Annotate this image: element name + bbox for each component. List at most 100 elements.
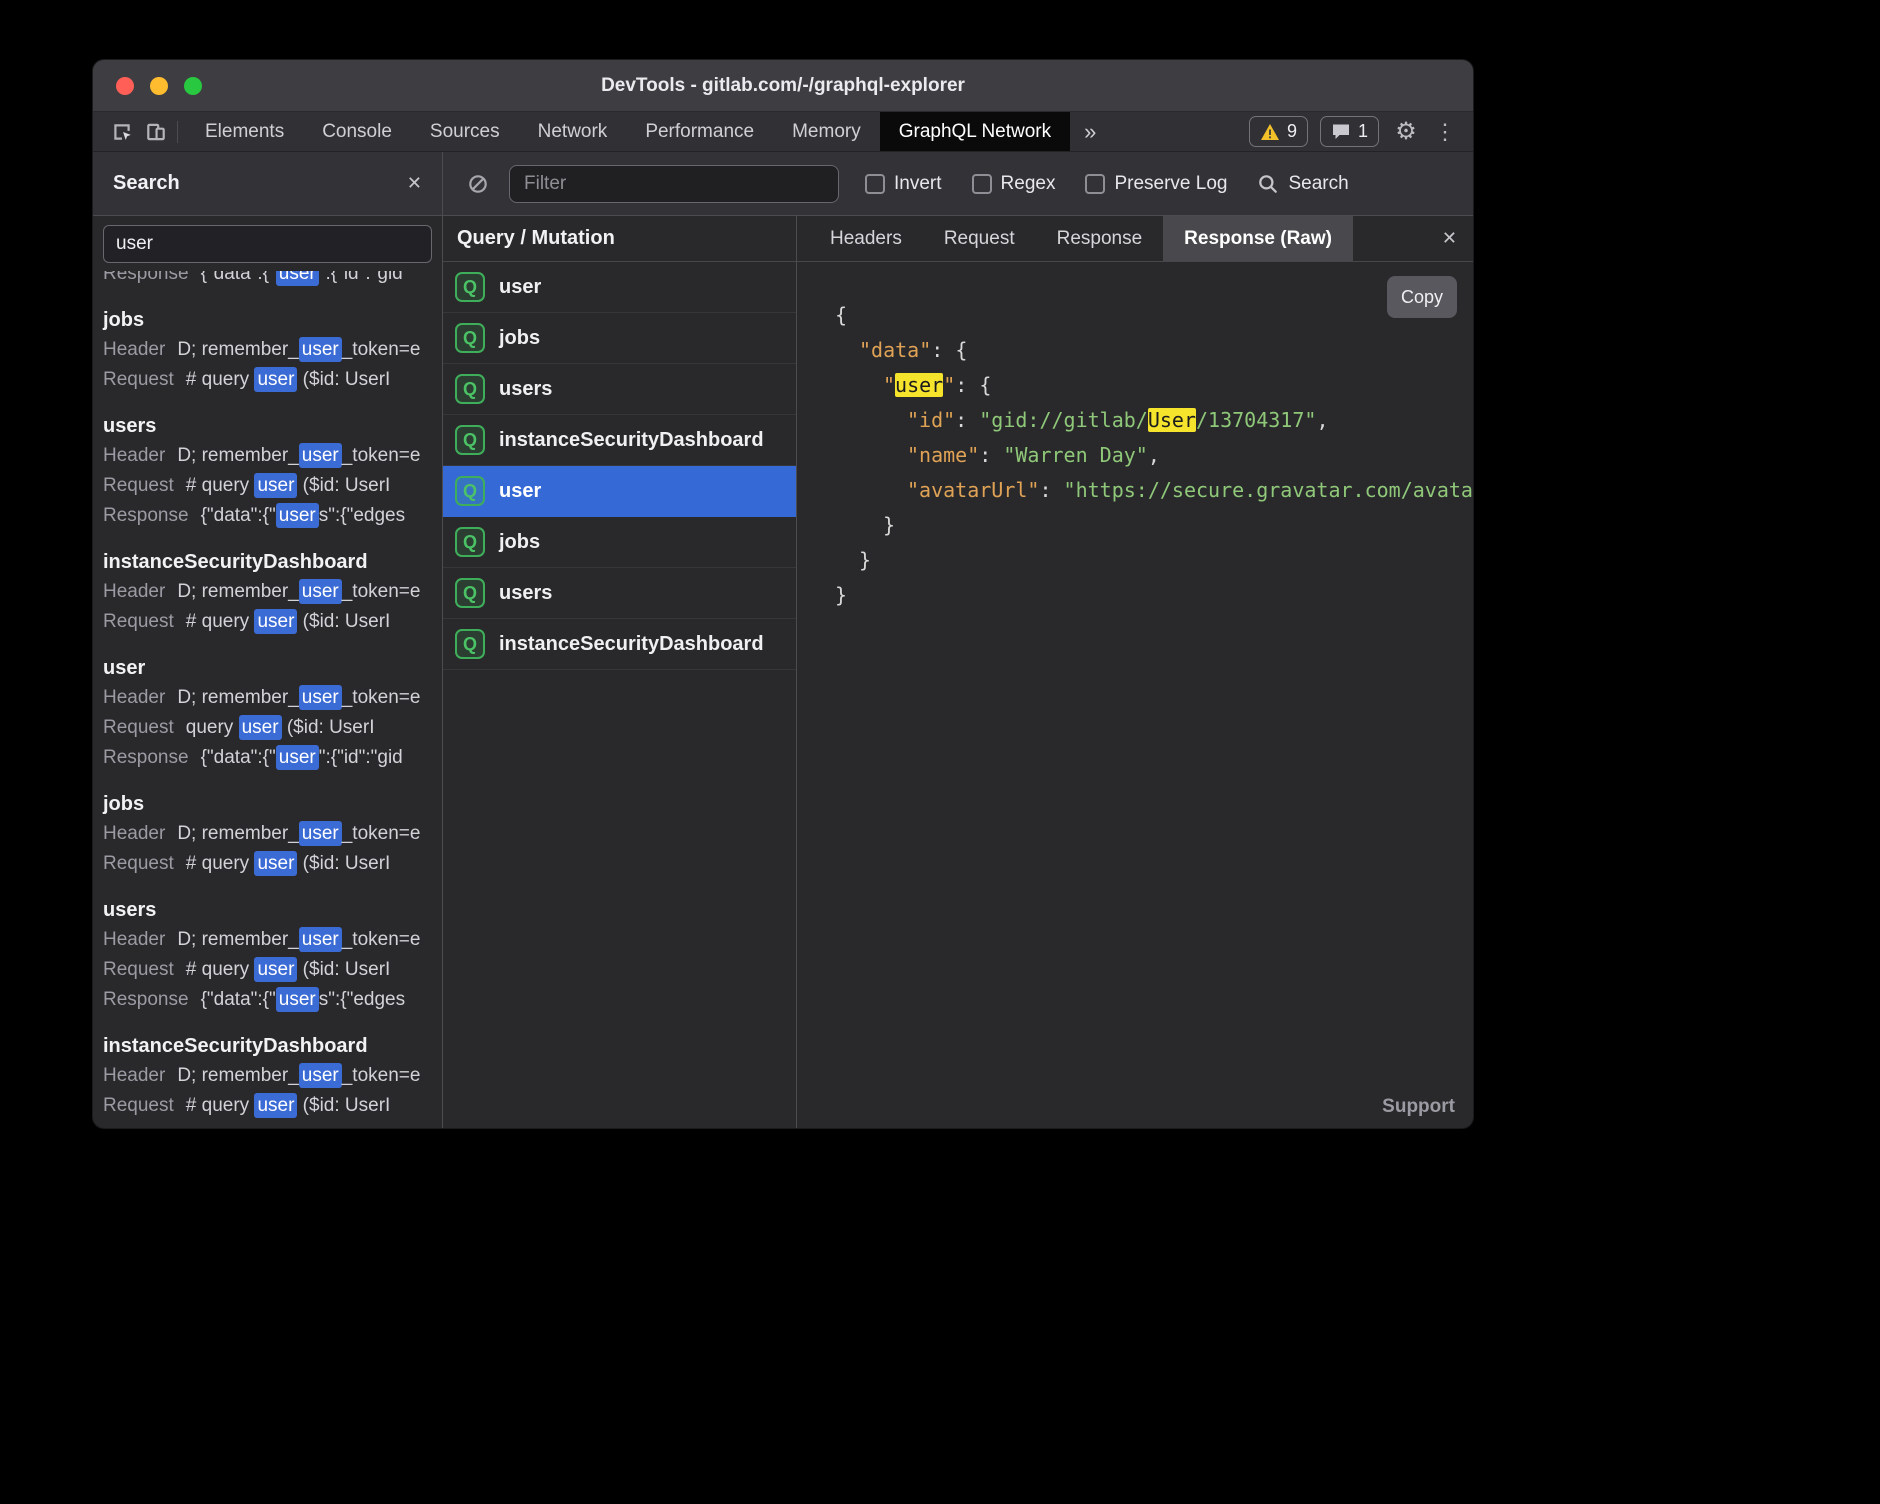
result-field-value: D; remember_user_token=e <box>177 927 420 952</box>
result-field-label: Response <box>103 271 189 284</box>
result-field-label: Header <box>103 581 165 602</box>
toolbar-search-button[interactable]: Search <box>1257 173 1348 195</box>
search-result-line[interactable]: Response {"data":{"user":{"id":"gid <box>103 271 442 289</box>
devtools-tab-console[interactable]: Console <box>303 112 411 151</box>
query-list-panel: Query / Mutation QuserQjobsQusersQinstan… <box>443 216 797 1128</box>
query-badge-icon: Q <box>455 578 485 608</box>
search-result-line[interactable]: HeaderD; remember_user_token=e <box>103 335 442 365</box>
checkbox-box <box>972 174 992 194</box>
result-field-value: # query user ($id: UserI <box>186 609 391 634</box>
query-item-label: users <box>499 582 552 605</box>
issues-badge[interactable]: 1 <box>1320 116 1379 147</box>
preserve-log-checkbox[interactable]: Preserve Log <box>1085 173 1227 195</box>
query-badge-icon: Q <box>455 476 485 506</box>
close-search-panel-icon[interactable]: ✕ <box>407 173 422 194</box>
query-badge-icon: Q <box>455 374 485 404</box>
query-list-item[interactable]: QinstanceSecurityDashboard <box>443 415 796 466</box>
search-result-partial: Response {"data":{"user":{"id":"gid <box>103 271 442 289</box>
search-result-line[interactable]: Request # query user ($id: UserI <box>103 607 442 637</box>
result-field-value: # query user ($id: UserI <box>186 851 391 876</box>
query-list-item[interactable]: Quser <box>443 262 796 313</box>
kebab-menu-icon[interactable]: ⋮ <box>1433 116 1457 148</box>
network-toolbar: Invert Regex Preserve Log Search <box>443 152 1473 215</box>
search-result-line[interactable]: HeaderD; remember_user_token=e <box>103 1061 442 1091</box>
search-result-line[interactable]: Response{"data":{"user":{"id":"gid <box>103 743 442 773</box>
search-result-line[interactable]: Request# query user ($id: UserI <box>103 471 442 501</box>
devtools-tab-graphql-network[interactable]: GraphQL Network <box>880 112 1070 151</box>
filter-input[interactable] <box>509 165 839 203</box>
devtools-tab-performance[interactable]: Performance <box>626 112 773 151</box>
search-result-line[interactable]: Response{"data":{"users":{"edges <box>103 985 442 1015</box>
issue-count: 1 <box>1358 121 1368 142</box>
search-result-line[interactable]: Response{"data":{"users":{"edges <box>103 501 442 531</box>
fullscreen-window-button[interactable] <box>184 77 202 95</box>
query-item-label: user <box>499 480 541 503</box>
search-result-line[interactable]: Request# query user ($id: UserI <box>103 955 442 985</box>
search-results-list: Response{"data":{"user":{"id":"gidjobsHe… <box>93 271 442 1128</box>
search-results-panel: Response{"data":{"user":{"id":"gidjobsHe… <box>93 216 443 1128</box>
result-field-value: {"data":{"user":{"id":"gid <box>201 745 403 770</box>
devtools-tabs: ElementsConsoleSourcesNetworkPerformance… <box>186 112 1070 151</box>
support-link[interactable]: Support <box>1382 1096 1455 1118</box>
more-panels-chevron-icon[interactable]: » <box>1084 119 1096 145</box>
close-window-button[interactable] <box>116 77 134 95</box>
devtools-tab-network[interactable]: Network <box>519 112 627 151</box>
search-result-line[interactable]: Requestquery user ($id: UserI <box>103 713 442 743</box>
detail-tab-headers[interactable]: Headers <box>809 216 923 261</box>
result-field-value: query user ($id: UserI <box>186 715 375 740</box>
warnings-badge[interactable]: 9 <box>1249 116 1308 147</box>
query-list-item[interactable]: Qjobs <box>443 517 796 568</box>
result-field-label: Request <box>103 611 174 632</box>
result-field-label: Response <box>103 505 189 526</box>
minimize-window-button[interactable] <box>150 77 168 95</box>
result-field-label: Response <box>103 989 189 1010</box>
search-result-line[interactable]: HeaderD; remember_user_token=e <box>103 819 442 849</box>
search-result-line[interactable]: Request# query user ($id: UserI <box>103 1091 442 1121</box>
query-list-item[interactable]: Qusers <box>443 568 796 619</box>
query-badge-icon: Q <box>455 425 485 455</box>
search-result-line[interactable]: HeaderD; remember_user_token=e <box>103 441 442 471</box>
regex-checkbox[interactable]: Regex <box>972 173 1056 195</box>
copy-button[interactable]: Copy <box>1387 276 1457 318</box>
search-input[interactable] <box>103 225 432 263</box>
search-result-line[interactable]: HeaderD; remember_user_token=e <box>103 577 442 607</box>
query-list-item[interactable]: Qusers <box>443 364 796 415</box>
result-field-label: Header <box>103 823 165 844</box>
search-result-line[interactable]: Header D; remember_user_token=e <box>103 925 442 955</box>
search-result-line[interactable]: HeaderD; remember_user_token=e <box>103 683 442 713</box>
code-line: "data": { <box>797 333 1473 368</box>
clear-icon[interactable] <box>461 168 495 200</box>
detail-tab-response[interactable]: Response <box>1036 216 1164 261</box>
search-result-line[interactable]: Request # query user ($id: UserI <box>103 849 442 879</box>
checkbox-label: Preserve Log <box>1114 173 1227 195</box>
devtools-tab-sources[interactable]: Sources <box>411 112 519 151</box>
settings-gear-icon[interactable]: ⚙ <box>1391 116 1421 148</box>
result-field-label: Header <box>103 929 165 950</box>
query-list-item[interactable]: Quser <box>443 466 796 517</box>
message-bubble-icon <box>1331 123 1351 141</box>
search-result-line[interactable]: Request# query user ($id: UserI <box>103 365 442 395</box>
invert-checkbox[interactable]: Invert <box>865 173 942 195</box>
detail-tab-request[interactable]: Request <box>923 216 1036 261</box>
result-field-value: {"data":{"user":{"id":"gid <box>201 271 403 286</box>
query-item-label: jobs <box>499 327 540 350</box>
detail-tab-response-raw[interactable]: Response (Raw) <box>1163 216 1353 261</box>
query-list-item[interactable]: QinstanceSecurityDashboard <box>443 619 796 670</box>
devtools-tab-memory[interactable]: Memory <box>773 112 880 151</box>
code-line: "name": "Warren Day", <box>797 438 1473 473</box>
toolbar-divider <box>177 121 178 143</box>
query-badge-icon: Q <box>455 629 485 659</box>
query-badge-icon: Q <box>455 323 485 353</box>
result-field-label: Request <box>103 853 174 874</box>
close-detail-icon[interactable]: ✕ <box>1442 228 1457 249</box>
result-field-label: Request <box>103 369 174 390</box>
devtools-tab-elements[interactable]: Elements <box>186 112 303 151</box>
query-list-item[interactable]: Qjobs <box>443 313 796 364</box>
window-title: DevTools - gitlab.com/-/graphql-explorer <box>93 75 1473 97</box>
warning-triangle-icon <box>1260 123 1280 141</box>
warning-count: 9 <box>1287 121 1297 142</box>
code-line: "user": { <box>797 368 1473 403</box>
inspect-element-icon[interactable] <box>105 116 139 148</box>
device-toolbar-icon[interactable] <box>139 116 173 148</box>
toolbar-search-label: Search <box>1288 173 1348 195</box>
